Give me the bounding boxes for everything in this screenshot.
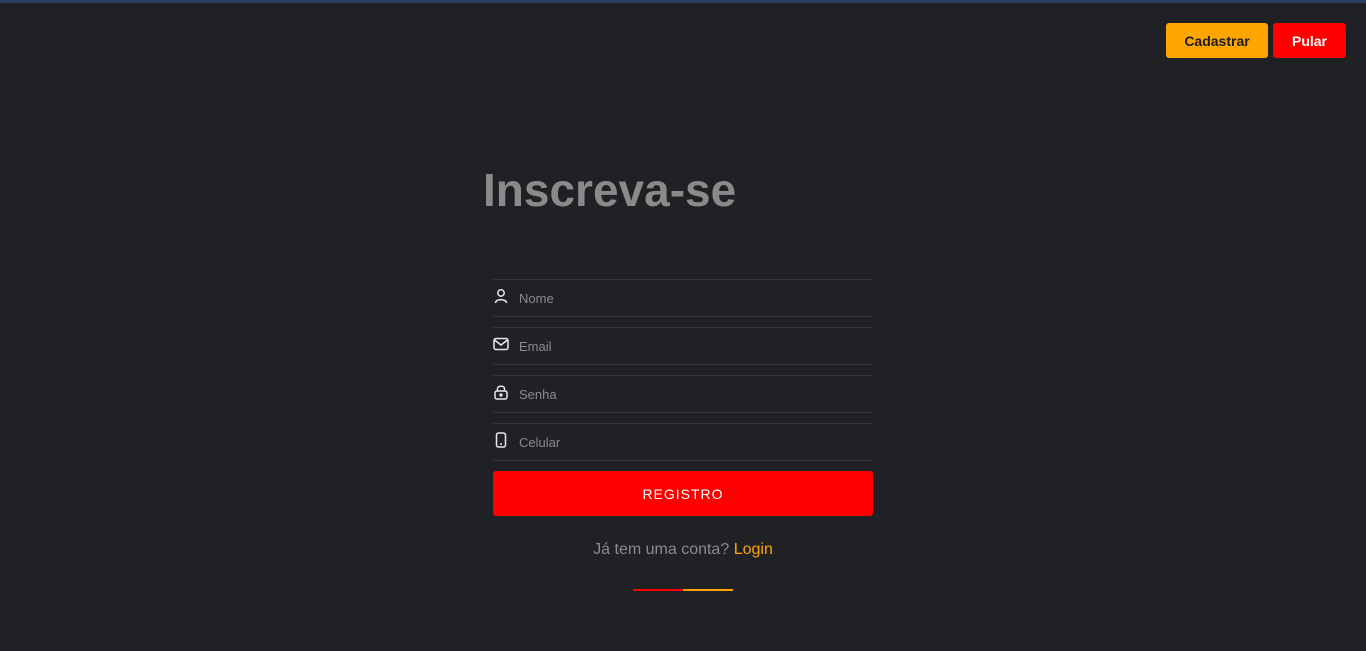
name-input[interactable] (509, 280, 873, 316)
cadastrar-button[interactable]: Cadastrar (1166, 23, 1268, 58)
user-icon (493, 288, 509, 304)
lock-icon (493, 384, 509, 400)
underline-orange-segment (683, 589, 733, 591)
email-input[interactable] (509, 328, 873, 364)
password-input[interactable] (509, 376, 873, 412)
name-field (493, 279, 873, 317)
password-field (493, 375, 873, 413)
signup-form: REGISTRO (493, 279, 873, 516)
phone-icon (493, 432, 509, 448)
login-prompt-text: Já tem uma conta? (593, 541, 730, 558)
pular-button[interactable]: Pular (1273, 23, 1346, 58)
top-actions: Cadastrar Pular (1166, 23, 1346, 58)
registro-button[interactable]: REGISTRO (493, 471, 873, 516)
phone-input[interactable] (509, 424, 873, 460)
email-field (493, 327, 873, 365)
login-prompt: Já tem uma conta? Login (493, 541, 873, 559)
top-border (0, 0, 1366, 3)
phone-field (493, 423, 873, 461)
login-link[interactable]: Login (734, 541, 773, 558)
decorative-underline (633, 589, 733, 591)
page-title: Inscreva-se (483, 164, 737, 216)
mail-icon (493, 336, 509, 352)
underline-red-segment (633, 589, 683, 591)
